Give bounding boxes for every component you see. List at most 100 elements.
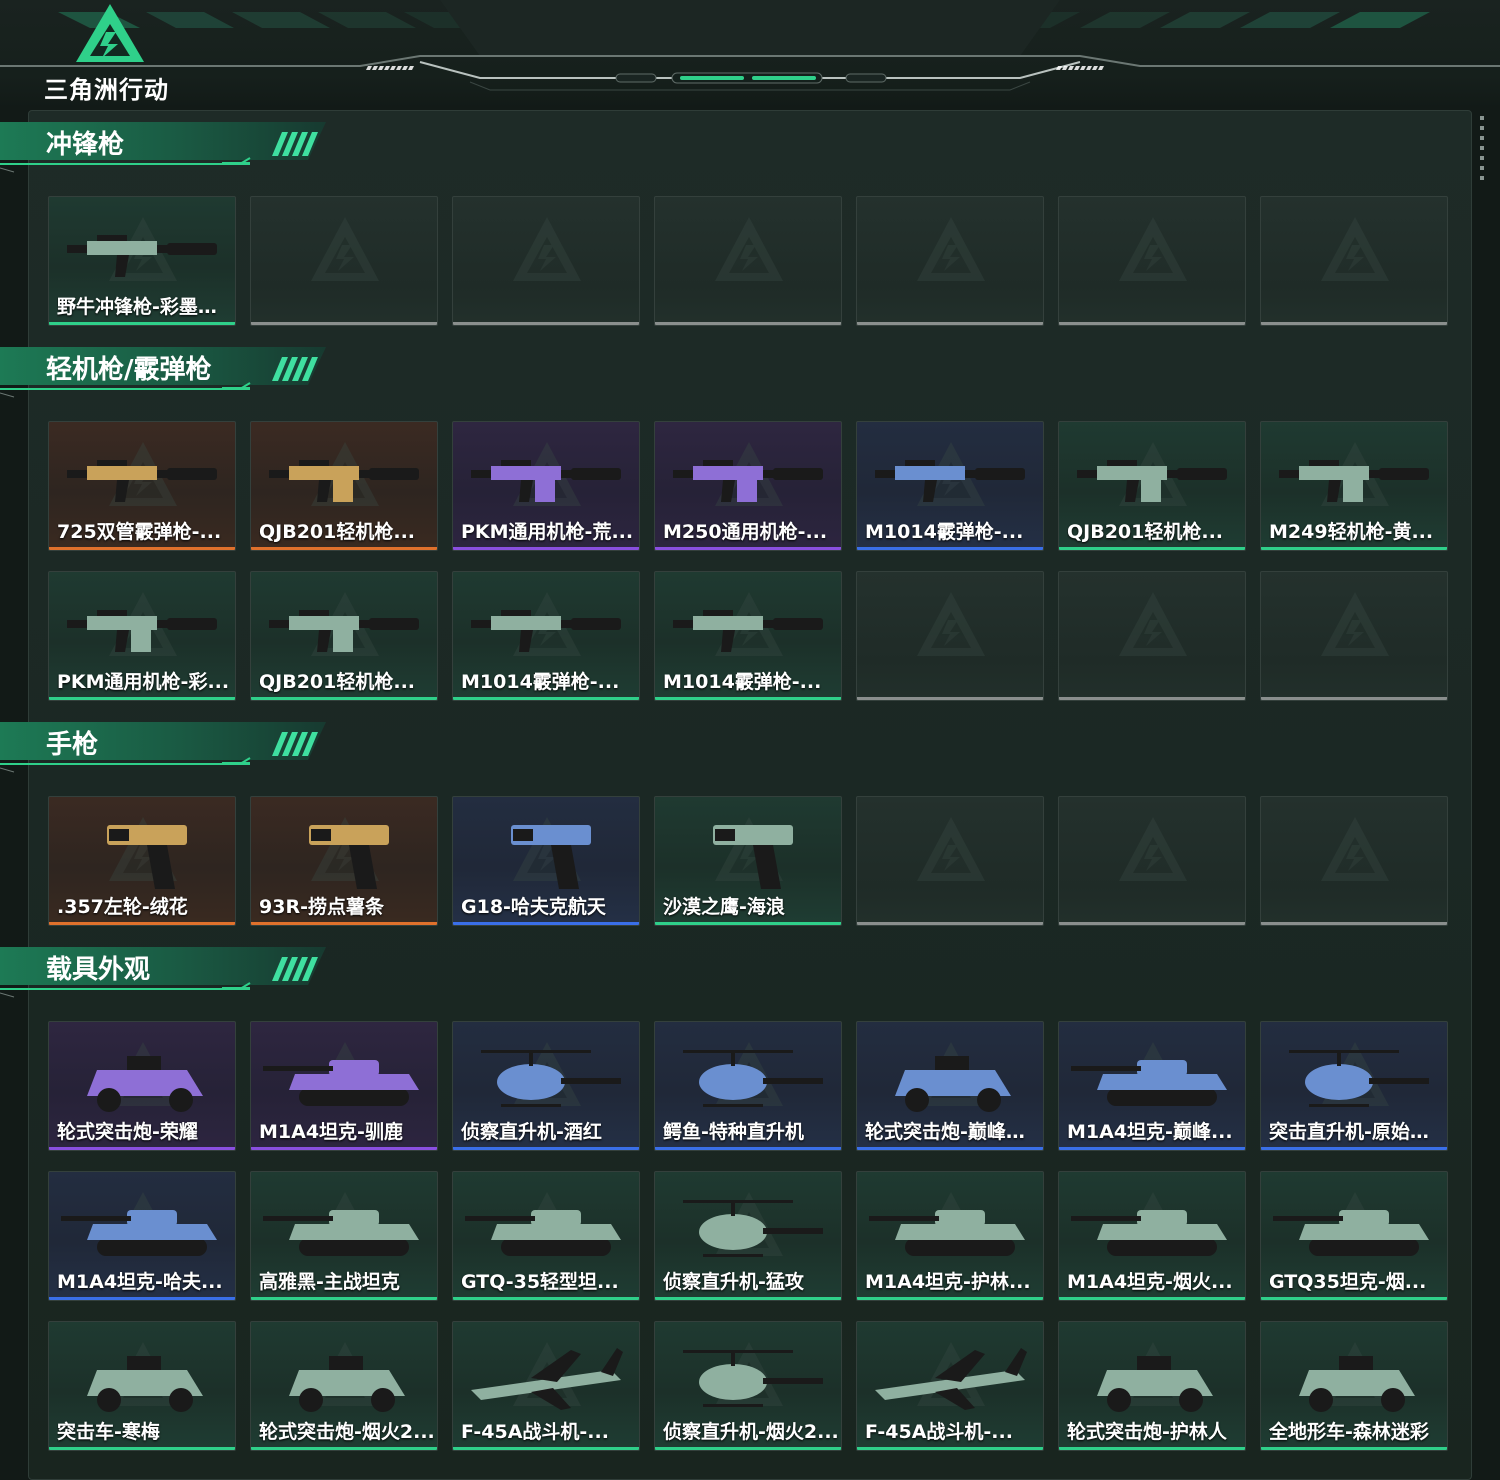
item-card[interactable]: M1A4坦克-哈夫... <box>48 1171 236 1301</box>
rarity-bar <box>1059 922 1245 925</box>
rarity-bar <box>251 322 437 325</box>
rarity-bar <box>655 697 841 700</box>
item-card[interactable]: F-45A战斗机-... <box>452 1321 640 1451</box>
item-name: F-45A战斗机-... <box>461 1421 609 1443</box>
rarity-bar <box>453 322 639 325</box>
section-smg-header: 冲锋枪 <box>0 118 330 173</box>
item-card[interactable]: GTQ-35轻型坦... <box>452 1171 640 1301</box>
empty-slot <box>1058 196 1246 326</box>
item-card[interactable]: M1014霰弹枪-... <box>856 421 1044 551</box>
item-card[interactable]: 轮式突击炮-巅峰竞... <box>856 1021 1044 1151</box>
section-vehicle-header: 载具外观 <box>0 943 330 998</box>
item-card[interactable]: 轮式突击炮-烟火2... <box>250 1321 438 1451</box>
empty-slot <box>452 196 640 326</box>
item-card[interactable]: 高雅黑-主战坦克 <box>250 1171 438 1301</box>
item-card[interactable]: 野牛冲锋枪-彩墨喷... <box>48 196 236 326</box>
shotgun-icon <box>673 610 823 652</box>
item-card[interactable]: .357左轮-绒花 <box>48 796 236 926</box>
item-card[interactable]: M1A4坦克-烟火... <box>1058 1171 1246 1301</box>
item-name: QJB201轻机枪... <box>259 671 416 693</box>
item-card[interactable]: M249轻机枪-黄... <box>1260 421 1448 551</box>
rarity-bar <box>1059 1147 1245 1150</box>
item-name: M1014霰弹枪-... <box>461 671 620 693</box>
item-name: GTQ35坦克-烟... <box>1269 1271 1427 1293</box>
section-title: 载具外观 <box>46 955 151 985</box>
item-card[interactable]: 侦察直升机-猛攻 <box>654 1171 842 1301</box>
shotgun-icon <box>471 610 621 652</box>
rarity-bar <box>49 697 235 700</box>
item-name: 突击车-寒梅 <box>57 1421 160 1443</box>
lmg-icon <box>1279 460 1429 502</box>
item-card[interactable]: G18-哈夫克航天 <box>452 796 640 926</box>
item-name: 轮式突击炮-巅峰竞... <box>865 1121 1043 1143</box>
pistol-icon <box>309 825 389 889</box>
item-card[interactable]: QJB201轻机枪... <box>250 571 438 701</box>
tank-icon <box>465 1210 621 1256</box>
item-card[interactable]: F-45A战斗机-... <box>856 1321 1044 1451</box>
rarity-bar <box>1261 322 1447 325</box>
item-name: M1014霰弹枪-... <box>865 521 1024 543</box>
jet-icon <box>875 1348 1027 1410</box>
item-card[interactable]: PKM通用机枪-彩... <box>48 571 236 701</box>
item-card[interactable]: M1014霰弹枪-... <box>452 571 640 701</box>
item-name: G18-哈夫克航天 <box>461 896 606 918</box>
item-card[interactable]: GTQ35坦克-烟... <box>1260 1171 1448 1301</box>
rarity-bar <box>49 322 235 325</box>
item-card[interactable]: M1A4坦克-护林... <box>856 1171 1044 1301</box>
smg-icon <box>67 235 217 277</box>
item-card[interactable]: M1014霰弹枪-... <box>654 571 842 701</box>
helicopter-icon <box>683 1200 823 1257</box>
armored-car-icon <box>87 1356 203 1412</box>
item-card[interactable]: 侦察直升机-烟火2... <box>654 1321 842 1451</box>
rarity-bar <box>655 1147 841 1150</box>
item-card[interactable]: 93R-捞点薯条 <box>250 796 438 926</box>
item-card[interactable]: 全地形车-森林迷彩 <box>1260 1321 1448 1451</box>
rarity-bar <box>1261 1297 1447 1300</box>
item-card[interactable]: QJB201轻机枪... <box>250 421 438 551</box>
item-card[interactable]: M1A4坦克-巅峰... <box>1058 1021 1246 1151</box>
item-name: 沙漠之鹰-海浪 <box>663 896 785 918</box>
item-card[interactable]: PKM通用机枪-荒... <box>452 421 640 551</box>
item-card[interactable]: 725双管霰弹枪-... <box>48 421 236 551</box>
empty-slot-logo-icon <box>917 217 985 281</box>
item-card[interactable]: 侦察直升机-酒红 <box>452 1021 640 1151</box>
empty-slot <box>856 196 1044 326</box>
item-card[interactable]: 突击直升机-原始伪... <box>1260 1021 1448 1151</box>
item-name: 轮式突击炮-荣耀 <box>57 1121 198 1143</box>
armored-car-icon <box>87 1056 203 1112</box>
header-decoration <box>0 0 1500 91</box>
empty-slot <box>654 196 842 326</box>
item-name: M1A4坦克-烟火... <box>1067 1271 1233 1293</box>
item-name: M249轻机枪-黄... <box>1269 521 1434 543</box>
lmg-icon <box>269 610 419 652</box>
section-lmg-shotgun-header: 轻机枪/霰弹枪 <box>0 343 330 398</box>
lmg-icon <box>471 460 621 502</box>
rarity-bar <box>655 322 841 325</box>
scrollbar[interactable] <box>1480 116 1484 180</box>
item-card[interactable]: QJB201轻机枪... <box>1058 421 1246 551</box>
armored-car-icon <box>895 1056 1011 1112</box>
item-card[interactable]: M1A4坦克-驯鹿 <box>250 1021 438 1151</box>
item-card[interactable]: 鳄鱼-特种直升机 <box>654 1021 842 1151</box>
item-card[interactable]: 突击车-寒梅 <box>48 1321 236 1451</box>
empty-slot <box>1260 796 1448 926</box>
item-card[interactable]: 沙漠之鹰-海浪 <box>654 796 842 926</box>
rarity-bar <box>1261 697 1447 700</box>
empty-slot <box>250 196 438 326</box>
rarity-bar <box>1261 1447 1447 1450</box>
rarity-bar <box>453 922 639 925</box>
rarity-bar <box>1261 922 1447 925</box>
item-name: M1A4坦克-护林... <box>865 1271 1031 1293</box>
rarity-bar <box>453 1297 639 1300</box>
rarity-bar <box>655 1297 841 1300</box>
section-title: 手枪 <box>46 730 99 760</box>
section-title: 冲锋枪 <box>46 130 125 160</box>
item-card[interactable]: 轮式突击炮-护林人 <box>1058 1321 1246 1451</box>
item-card[interactable]: 轮式突击炮-荣耀 <box>48 1021 236 1151</box>
rarity-bar <box>251 922 437 925</box>
item-card[interactable]: M250通用机枪-... <box>654 421 842 551</box>
tank-icon <box>1273 1210 1429 1256</box>
section-title: 轻机枪/霰弹枪 <box>46 355 212 385</box>
rarity-bar <box>857 922 1043 925</box>
rarity-bar <box>1059 697 1245 700</box>
